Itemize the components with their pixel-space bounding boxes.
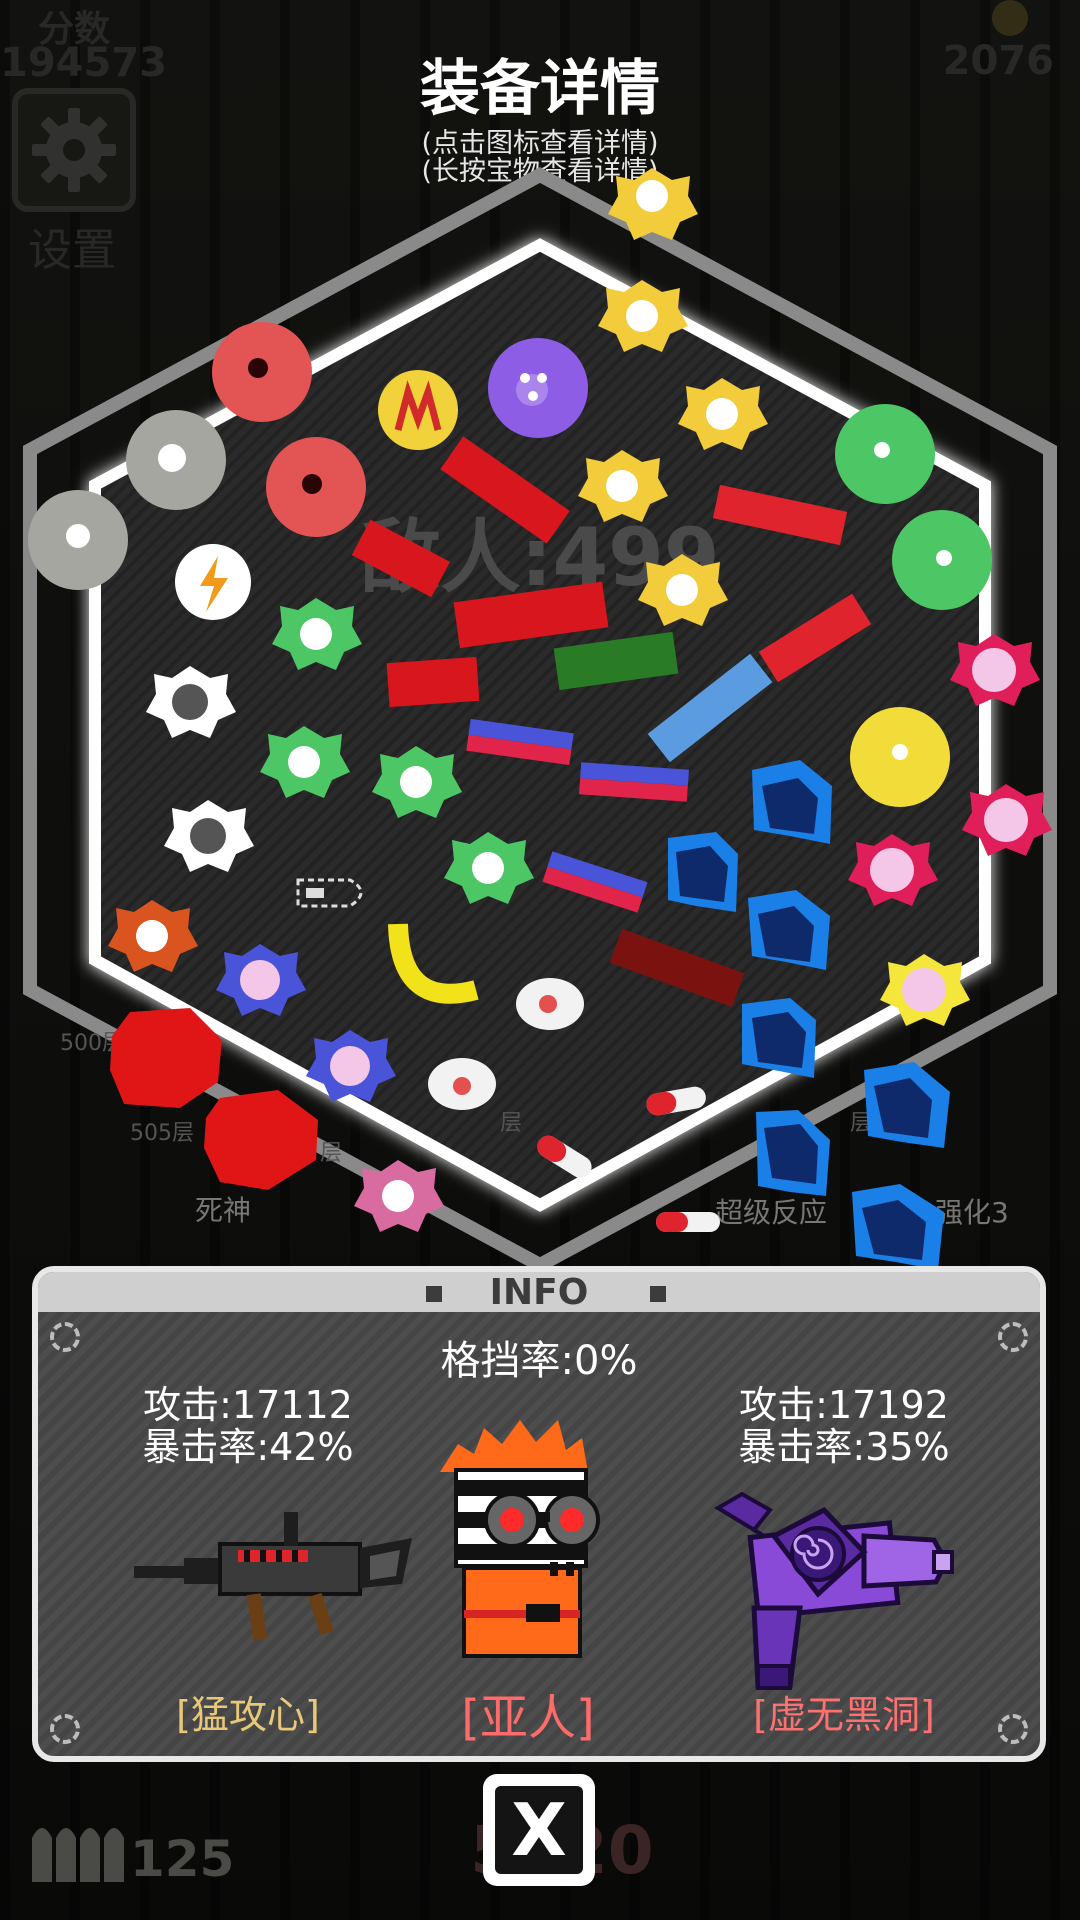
right-weapon-name-text: [虚无黑洞] <box>753 1693 935 1737</box>
corner-bolt <box>50 1714 80 1744</box>
relic-blue-helmet[interactable] <box>852 1184 944 1270</box>
relic-green-ring[interactable] <box>835 404 935 504</box>
left-weapon-attack: 攻击:17112 <box>143 1383 353 1427</box>
ammo-icon <box>32 1828 124 1882</box>
relic-blue-helmet[interactable] <box>756 1110 830 1196</box>
character-name-text: [亚人] <box>461 1690 595 1746</box>
skill-label: 强化3 <box>935 1196 1009 1229</box>
relic-blue-helmet[interactable] <box>864 1062 950 1148</box>
floor-label: 505层 <box>130 1121 194 1146</box>
relic-white-bean[interactable] <box>428 1058 496 1110</box>
right-weapon-stats: 攻击:17192 暴击率:35% <box>694 1384 994 1468</box>
relic-grey-ring[interactable] <box>28 490 128 590</box>
left-weapon-rifle-icon[interactable] <box>134 1504 414 1664</box>
relic-green-ring[interactable] <box>892 510 992 610</box>
relic-pink-gear[interactable] <box>354 1160 444 1232</box>
header-dot <box>650 1286 666 1302</box>
left-weapon-name-text: [猛攻心] <box>176 1693 320 1737</box>
relic-grey-ring[interactable] <box>126 410 226 510</box>
block-rate: 格挡率:0% <box>440 1338 638 1384</box>
skill-label: 死神 <box>195 1194 251 1227</box>
close-icon: X <box>495 1786 583 1874</box>
left-weapon-crit: 暴击率:42% <box>142 1425 354 1469</box>
character-name[interactable]: [亚人] <box>378 1678 678 1748</box>
relic-blue-helmet[interactable] <box>668 832 738 912</box>
info-header-title: INFO <box>489 1272 589 1313</box>
left-weapon-name[interactable]: [猛攻心] <box>98 1684 398 1739</box>
right-weapon-crit: 暴击率:35% <box>738 1425 950 1469</box>
equipment-board: 敌人:499 500层 505层 层 层 层 死神 超级反应 强化3 <box>23 167 1057 1270</box>
relic-red-octagon[interactable] <box>204 1090 318 1190</box>
right-weapon-name[interactable]: [虚无黑洞] <box>694 1684 994 1739</box>
page-title: 装备详情 <box>420 54 660 124</box>
relic-red-bar[interactable] <box>386 656 480 708</box>
right-weapon-blaster-icon[interactable] <box>714 1490 954 1700</box>
ammo-count: 125 <box>130 1830 235 1888</box>
floor-label: 层 <box>320 1141 342 1166</box>
corner-bolt <box>998 1714 1028 1744</box>
relic-pill[interactable] <box>656 1212 720 1232</box>
relic-lightning-token[interactable] <box>175 544 251 620</box>
relic-red-ring[interactable] <box>212 322 312 422</box>
relic-yellow-gear[interactable] <box>608 168 698 240</box>
info-header: INFO <box>38 1272 1040 1313</box>
header-dot <box>426 1286 442 1302</box>
info-panel: INFO 格挡率:0% 攻击:17112 暴击率:42% 攻击:17192 暴击… <box>32 1266 1046 1762</box>
relic-yellow-ring[interactable] <box>850 707 950 807</box>
close-button[interactable]: X <box>483 1774 595 1886</box>
left-weapon-stats: 攻击:17112 暴击率:42% <box>98 1384 398 1468</box>
relic-yellow-m-token[interactable] <box>378 370 458 450</box>
floor-label: 层 <box>500 1111 522 1136</box>
skill-label: 超级反应 <box>715 1196 827 1229</box>
right-weapon-attack: 攻击:17192 <box>739 1383 949 1427</box>
relic-white-bean[interactable] <box>516 978 584 1030</box>
character-avatar[interactable] <box>440 1414 620 1664</box>
relic-purple-ring[interactable] <box>488 338 588 438</box>
relic-red-ring[interactable] <box>266 437 366 537</box>
